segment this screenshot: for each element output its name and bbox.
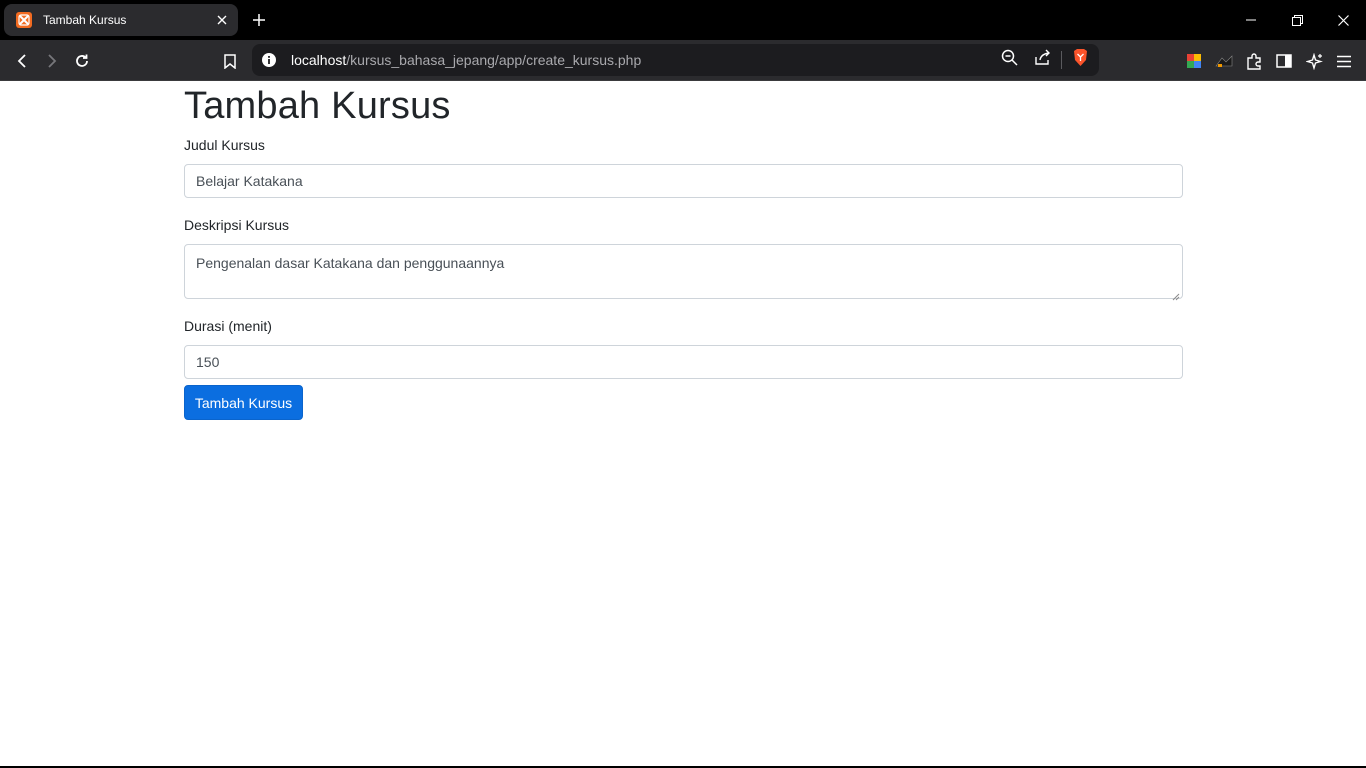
url-text: localhost/kursus_bahasa_jepang/app/creat… (291, 52, 641, 68)
tab-title: Tambah Kursus (43, 13, 127, 27)
share-icon[interactable] (1034, 49, 1051, 71)
address-bar[interactable]: localhost/kursus_bahasa_jepang/app/creat… (252, 44, 1099, 76)
judul-kursus-input[interactable]: Belajar Katakana (184, 164, 1183, 198)
form-container: Tambah Kursus Judul Kursus Belajar Katak… (184, 81, 1183, 420)
main-menu-icon[interactable] (1330, 47, 1358, 75)
site-info-icon[interactable] (260, 51, 278, 69)
close-window-icon[interactable] (1320, 0, 1366, 40)
url-host: localhost (291, 52, 347, 68)
xampp-favicon-icon (16, 12, 32, 28)
url-path: /kursus_bahasa_jepang/app/create_kursus.… (346, 52, 642, 68)
extension-dark-icon[interactable] (1210, 47, 1238, 75)
new-tab-button[interactable] (248, 9, 270, 31)
reload-icon[interactable] (68, 47, 96, 75)
address-bar-divider (1061, 51, 1062, 69)
deskripsi-kursus-value: Pengenalan dasar Katakana dan penggunaan… (196, 255, 505, 271)
sidebar-toggle-icon[interactable] (1270, 47, 1298, 75)
minimize-window-icon[interactable] (1228, 0, 1274, 40)
judul-kursus-value: Belajar Katakana (196, 173, 303, 189)
tambah-kursus-button[interactable]: Tambah Kursus (184, 385, 303, 420)
durasi-value: 150 (196, 354, 220, 370)
judul-kursus-label: Judul Kursus (184, 137, 265, 153)
zoom-icon[interactable] (1001, 49, 1018, 71)
forward-arrow-icon[interactable] (38, 47, 66, 75)
brave-shields-icon[interactable] (1072, 48, 1089, 72)
back-arrow-icon[interactable] (8, 47, 36, 75)
extension-colorful-icon[interactable] (1180, 47, 1208, 75)
durasi-label: Durasi (menit) (184, 318, 272, 334)
deskripsi-kursus-textarea[interactable]: Pengenalan dasar Katakana dan penggunaan… (184, 244, 1183, 301)
page-title: Tambah Kursus (184, 85, 451, 127)
browser-tab-active[interactable]: Tambah Kursus (4, 4, 238, 36)
browser-toolbar: localhost/kursus_bahasa_jepang/app/creat… (0, 40, 1366, 81)
textarea-resize-grip-icon[interactable] (1172, 288, 1180, 301)
durasi-input[interactable]: 150 (184, 345, 1183, 379)
extensions-puzzle-icon[interactable] (1240, 47, 1268, 75)
browser-tab-strip: Tambah Kursus (0, 0, 1366, 40)
deskripsi-kursus-label: Deskripsi Kursus (184, 217, 290, 233)
web-page-viewport: Tambah Kursus Judul Kursus Belajar Katak… (0, 81, 1366, 766)
bookmark-icon[interactable] (216, 47, 244, 75)
tab-close-icon[interactable] (212, 10, 232, 30)
restore-window-icon[interactable] (1274, 0, 1320, 40)
leo-ai-sparkle-icon[interactable] (1300, 47, 1328, 75)
